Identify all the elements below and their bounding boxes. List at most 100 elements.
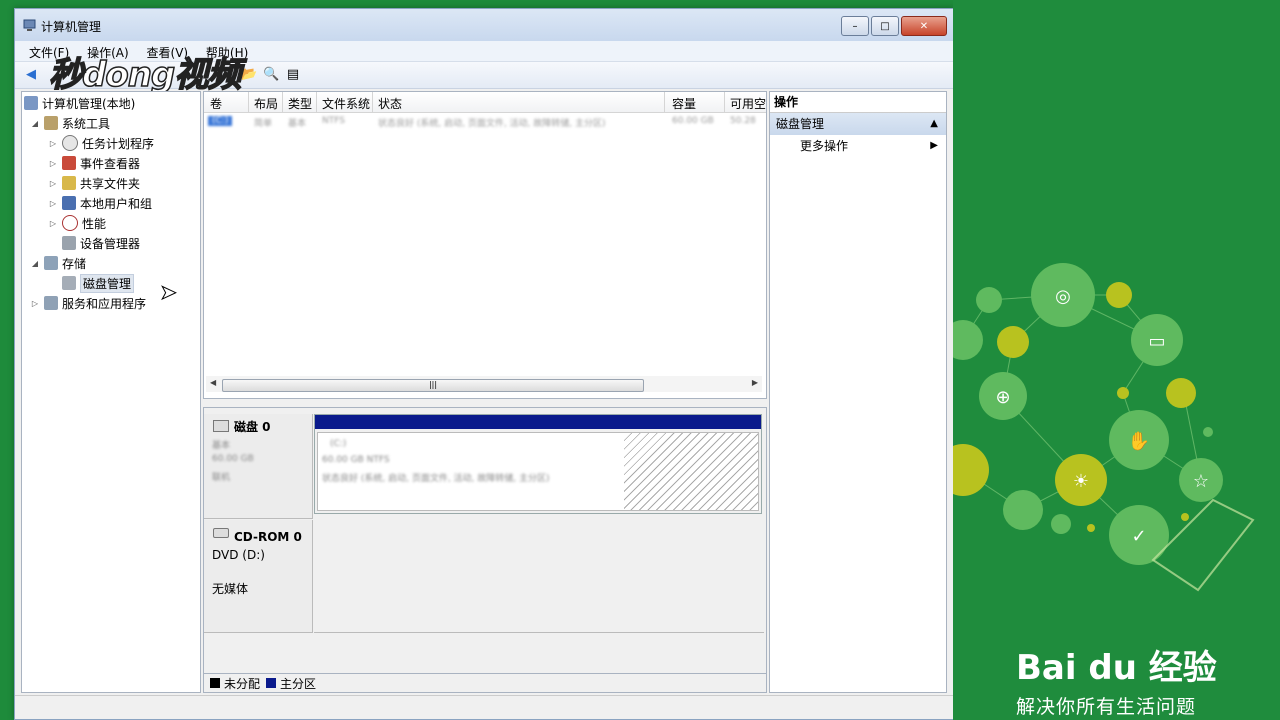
cell-capacity: 60.00 GB (672, 116, 714, 126)
column-free-space[interactable]: 可用空 (730, 95, 766, 112)
status-bar (15, 695, 953, 718)
storage-icon (44, 256, 58, 270)
cell-type: 基本 (288, 119, 307, 129)
column-layout[interactable]: 布局 (254, 95, 278, 112)
event-viewer-icon (62, 156, 76, 170)
svg-text:✋: ✋ (1128, 430, 1150, 452)
cell-layout: 简单 (254, 119, 273, 129)
cdrom0-label[interactable]: CD-ROM 0 DVD (D:) 无媒体 (204, 520, 313, 633)
collapse-triangle-icon[interactable]: ◢ (30, 259, 40, 268)
scroll-right-icon[interactable]: ▶ (752, 378, 758, 387)
horizontal-scrollbar[interactable]: ◀ ||| ▶ (206, 376, 762, 392)
baidu-logo: Bai du 经验 (1016, 648, 1217, 688)
expand-triangle-icon[interactable]: ▷ (48, 159, 58, 168)
table-row[interactable]: (C:) 简单 基本 NTFS 状态良好 (系统, 启动, 页面文件, 活动, … (204, 113, 766, 131)
maximize-button[interactable]: □ (871, 16, 899, 36)
collapse-triangle-icon[interactable]: ◢ (30, 119, 40, 128)
back-arrow-icon[interactable]: ◀ (23, 67, 39, 83)
scroll-thumb[interactable]: ||| (222, 379, 644, 392)
tree-node-device-manager[interactable]: 设备管理器 (62, 234, 140, 252)
disk-icon (62, 276, 76, 290)
cell-volume: (C:) (208, 116, 233, 126)
tree-node-system-tools[interactable]: ◢ 系统工具 (30, 114, 110, 132)
tools-icon (44, 116, 58, 130)
legend-primary: 主分区 (280, 676, 317, 691)
svg-text:⊕: ⊕ (995, 387, 1010, 408)
cell-status: 状态良好 (系统, 启动, 页面文件, 活动, 故障转储, 主分区) (378, 119, 606, 129)
expand-triangle-icon[interactable]: ▷ (48, 179, 58, 188)
volume-list: 卷 布局 类型 文件系统 状态 容量 可用空 (C:) 简单 基本 NTFS 状… (203, 91, 767, 399)
legend-bar: 未分配 主分区 (203, 673, 767, 693)
hatched-selection (624, 433, 758, 510)
baidu-slogan: 解决你所有生活问题 (1016, 696, 1197, 718)
disk0-title: 磁盘 0 (234, 420, 271, 434)
svg-text:☆: ☆ (1193, 471, 1209, 492)
cdrom-icon (213, 528, 229, 538)
column-type[interactable]: 类型 (288, 95, 312, 112)
tree-node-disk-management[interactable]: 磁盘管理 (62, 273, 135, 293)
computer-management-window: 计算机管理 – □ ✕ 文件(F) 操作(A) 查看(V) 帮助(H) ◀ 📂 … (14, 8, 954, 720)
search-icon[interactable]: 🔍 (263, 67, 279, 83)
tree-node-performance[interactable]: ▷ 性能 (48, 214, 106, 232)
disk0-label[interactable]: 磁盘 0 基本 60.00 GB 联机 (204, 414, 313, 519)
users-icon (62, 196, 76, 210)
open-folder-icon[interactable]: 📂 (241, 67, 257, 83)
properties-icon[interactable]: ▤ (285, 67, 301, 83)
disk0-status: 联机 (212, 473, 231, 483)
shared-folder-icon (62, 176, 76, 190)
volume-c-detail: 60.00 GB NTFS (322, 455, 390, 465)
tree-node-root[interactable]: 计算机管理(本地) (24, 94, 135, 112)
volume-c-body: (C:) 60.00 GB NTFS 状态良好 (系统, 启动, 页面文件, 活… (317, 432, 759, 511)
more-actions-item[interactable]: 更多操作 ▶ (770, 135, 946, 157)
column-capacity[interactable]: 容量 (672, 95, 696, 112)
svg-text:▭: ▭ (1148, 331, 1165, 352)
column-filesystem[interactable]: 文件系统 (322, 95, 370, 112)
actions-section-disk-management[interactable]: 磁盘管理 ▲ (770, 113, 946, 135)
actions-pane: 操作 磁盘管理 ▲ 更多操作 ▶ (769, 91, 947, 693)
scroll-left-icon[interactable]: ◀ (210, 378, 216, 387)
collapse-up-icon[interactable]: ▲ (930, 113, 938, 135)
column-status[interactable]: 状态 (378, 95, 402, 112)
primary-swatch (266, 678, 277, 688)
expand-triangle-icon[interactable]: ▷ (48, 199, 58, 208)
performance-icon (62, 215, 78, 231)
mouse-cursor-icon: ➤ (160, 280, 178, 305)
cdrom0-title: CD-ROM 0 (234, 530, 302, 544)
tree-node-task-scheduler[interactable]: ▷ 任务计划程序 (48, 134, 154, 152)
expand-triangle-icon[interactable]: ▷ (48, 139, 58, 148)
cdrom0-area[interactable] (314, 520, 764, 633)
more-actions-label: 更多操作 (800, 139, 849, 153)
primary-partition-bar (315, 415, 761, 429)
tree-node-local-users[interactable]: ▷ 本地用户和组 (48, 194, 152, 212)
disk-graphical-view: 磁盘 0 基本 60.00 GB 联机 (C:) 60.00 GB NTFS 状… (203, 407, 767, 693)
volume-list-header: 卷 布局 类型 文件系统 状态 容量 可用空 (204, 92, 766, 113)
tree-node-shared-folders[interactable]: ▷ 共享文件夹 (48, 174, 140, 192)
disk0-size: 60.00 GB (212, 454, 254, 464)
expand-triangle-icon[interactable]: ▷ (48, 219, 58, 228)
svg-text:◎: ◎ (1055, 286, 1071, 307)
close-button[interactable]: ✕ (901, 16, 947, 36)
center-pane: 卷 布局 类型 文件系统 状态 容量 可用空 (C:) 简单 基本 NTFS 状… (203, 91, 767, 693)
legend-unallocated: 未分配 (224, 676, 261, 691)
svg-text:✓: ✓ (1131, 526, 1146, 547)
cell-filesystem: NTFS (322, 116, 345, 126)
volume-c-block[interactable]: (C:) 60.00 GB NTFS 状态良好 (系统, 启动, 页面文件, 活… (314, 414, 762, 514)
cell-free-space: 50.28 (730, 116, 756, 126)
tree-node-services-apps[interactable]: ▷ 服务和应用程序 (30, 294, 146, 312)
clock-icon (62, 135, 78, 151)
services-icon (44, 296, 58, 310)
computer-icon (24, 96, 38, 110)
tree-node-event-viewer[interactable]: ▷ 事件查看器 (48, 154, 140, 172)
expand-triangle-icon[interactable]: ▷ (30, 299, 40, 308)
window-title: 计算机管理 (41, 20, 102, 34)
minimize-button[interactable]: – (841, 16, 869, 36)
network-graphic: ◎ ▭ ⊕ ✋ ☀ ☆ ✓ (953, 263, 1255, 592)
cdrom0-media: 无媒体 (212, 582, 249, 596)
watermark-logo: 秒dong视频 (48, 54, 242, 96)
tree-node-storage[interactable]: ◢ 存储 (30, 254, 86, 272)
column-volume[interactable]: 卷 (210, 95, 222, 112)
baidu-promo-panel: ◎ ▭ ⊕ ✋ ☀ ☆ ✓ (953, 0, 1280, 720)
volume-c-name: (C:) (330, 439, 347, 449)
chevron-right-icon: ▶ (930, 140, 938, 151)
computer-management-icon (23, 19, 36, 31)
